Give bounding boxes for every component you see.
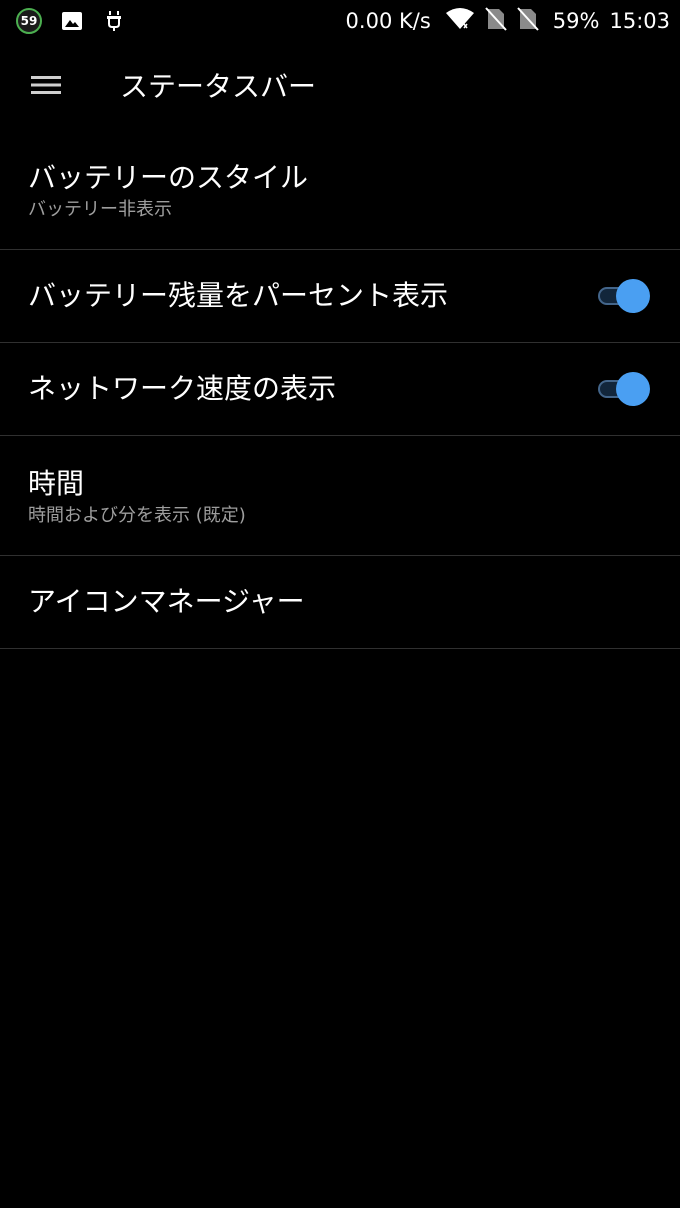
battery-percent-indicator: 59%: [552, 9, 600, 33]
setting-title: バッテリー残量をパーセント表示: [28, 279, 449, 312]
hamburger-menu-icon: [30, 74, 62, 100]
wifi-icon: [445, 7, 475, 36]
setting-icon-manager[interactable]: アイコンマネージャー: [0, 556, 680, 649]
page-title: ステータスバー: [120, 70, 317, 103]
status-bar-right: 0.00 K/s 59% 15:03: [345, 6, 670, 36]
notification-badge: 59: [16, 8, 42, 34]
settings-list: バッテリーのスタイル バッテリー非表示 バッテリー残量をパーセント表示 ネットワ…: [0, 130, 680, 649]
setting-summary: バッテリー非表示: [28, 199, 172, 220]
setting-title: ネットワーク速度の表示: [28, 372, 337, 405]
setting-battery-style[interactable]: バッテリーのスタイル バッテリー非表示: [0, 130, 680, 250]
setting-clock[interactable]: 時間 時間および分を表示 (既定): [0, 436, 680, 556]
clock-indicator: 15:03: [609, 9, 670, 33]
setting-network-speed[interactable]: ネットワーク速度の表示: [0, 343, 680, 436]
setting-summary: 時間および分を表示 (既定): [28, 505, 246, 526]
battery-percent-toggle[interactable]: [596, 278, 650, 314]
setting-title: 時間: [28, 467, 85, 500]
no-sim-icon: [517, 6, 539, 36]
notification-badge-count: 59: [20, 14, 38, 28]
network-speed-indicator: 0.00 K/s: [345, 9, 431, 33]
image-icon: [60, 9, 84, 33]
status-bar-left: 59: [16, 7, 126, 35]
setting-title: バッテリーのスタイル: [28, 161, 309, 194]
status-bar: 59 0.00 K/s 59% 15:03: [0, 0, 680, 44]
usb-debug-icon: [102, 9, 126, 33]
no-sim-icon: [485, 6, 507, 36]
setting-battery-percent[interactable]: バッテリー残量をパーセント表示: [0, 250, 680, 343]
setting-title: アイコンマネージャー: [28, 585, 305, 618]
menu-button[interactable]: [22, 66, 70, 108]
toggle-thumb: [616, 279, 650, 313]
network-speed-toggle[interactable]: [596, 371, 650, 407]
app-bar: ステータスバー: [0, 44, 680, 130]
toggle-thumb: [616, 372, 650, 406]
